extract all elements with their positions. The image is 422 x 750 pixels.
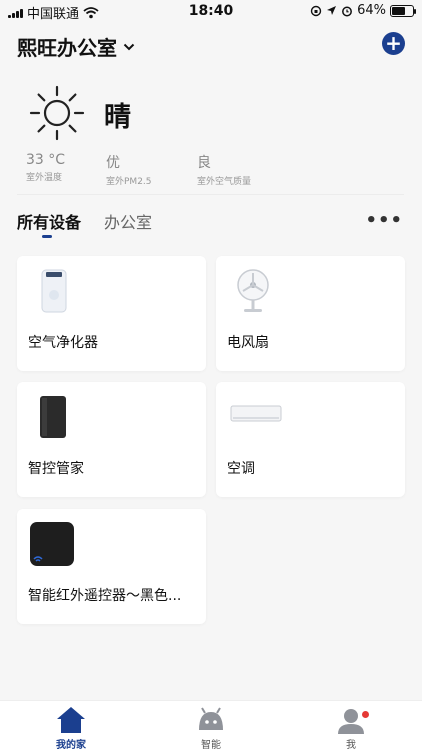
- more-options-button[interactable]: •••: [365, 210, 403, 231]
- device-name: 电风扇: [227, 335, 269, 351]
- stat-label: 室外温度: [26, 173, 63, 183]
- status-bar: 中国联通 18:40 64%: [0, 0, 422, 22]
- home-selector[interactable]: 熙旺办公室: [17, 32, 135, 61]
- device-card[interactable]: 电风扇: [216, 256, 405, 371]
- nav-label: 智能: [201, 740, 221, 750]
- device-name: 智控管家: [28, 461, 84, 477]
- robot-icon: [199, 707, 223, 730]
- device-card[interactable]: 空气净化器: [17, 256, 206, 371]
- weather-stats: 33 °C 室外温度 优 室外PM2.5 良 室外空气质量: [26, 152, 406, 192]
- nav-item-home[interactable]: 我的家: [41, 706, 101, 750]
- stat-temperature: 33 °C 室外温度: [26, 152, 65, 183]
- electric-fan-icon: [237, 269, 269, 312]
- device-card[interactable]: 智能红外遥控器～黑色...: [17, 509, 206, 624]
- bottom-nav: 我的家 智能 我: [0, 700, 422, 750]
- more-icon: •••: [365, 210, 403, 231]
- battery-icon: [390, 4, 416, 17]
- add-device-button[interactable]: +: [382, 32, 405, 55]
- tab-all-devices[interactable]: 所有设备: [17, 209, 81, 233]
- rotation-lock-icon: [310, 5, 322, 16]
- home-name: 熙旺办公室: [17, 36, 117, 60]
- nav-label: 我: [346, 740, 356, 750]
- stat-label: 室外空气质量: [197, 177, 252, 187]
- device-name: 智能红外遥控器～黑色...: [28, 588, 182, 604]
- tab-office[interactable]: 办公室: [104, 209, 152, 233]
- stat-value: 优: [106, 155, 120, 171]
- air-conditioner-icon: [230, 405, 282, 422]
- device-card[interactable]: 智控管家: [17, 382, 206, 497]
- plus-circle-icon: +: [385, 31, 402, 55]
- battery-fill: [392, 6, 405, 15]
- weather-condition: 晴: [104, 102, 131, 133]
- nav-label: 我的家: [56, 740, 86, 750]
- nav-item-smart[interactable]: 智能: [181, 706, 241, 750]
- device-name: 空气净化器: [28, 335, 98, 351]
- alarm-icon: [342, 6, 353, 16]
- stat-value: 良: [197, 155, 211, 171]
- divider: [17, 194, 404, 195]
- nav-item-me[interactable]: 我: [321, 706, 381, 750]
- device-card[interactable]: 空调: [216, 382, 405, 497]
- stat-label: 室外PM2.5: [106, 177, 152, 187]
- location-icon: [327, 6, 337, 15]
- tab-indicator: [42, 235, 52, 238]
- chevron-down-icon: [123, 43, 135, 50]
- user-icon: [338, 709, 364, 734]
- device-name: 空调: [227, 461, 255, 477]
- home-icon: [57, 707, 85, 733]
- stat-value: 33 °C: [26, 152, 66, 168]
- stat-air-quality: 良 室外空气质量: [197, 152, 251, 187]
- battery-percent: 64%: [357, 3, 386, 18]
- status-right: 64%: [310, 3, 416, 18]
- stat-pm25: 优 室外PM2.5: [106, 152, 152, 187]
- sun-icon: [29, 85, 85, 141]
- ir-remote-icon: [30, 522, 74, 566]
- notification-badge: [362, 711, 369, 718]
- air-purifier-icon: [41, 269, 67, 313]
- smart-hub-icon: [40, 396, 66, 438]
